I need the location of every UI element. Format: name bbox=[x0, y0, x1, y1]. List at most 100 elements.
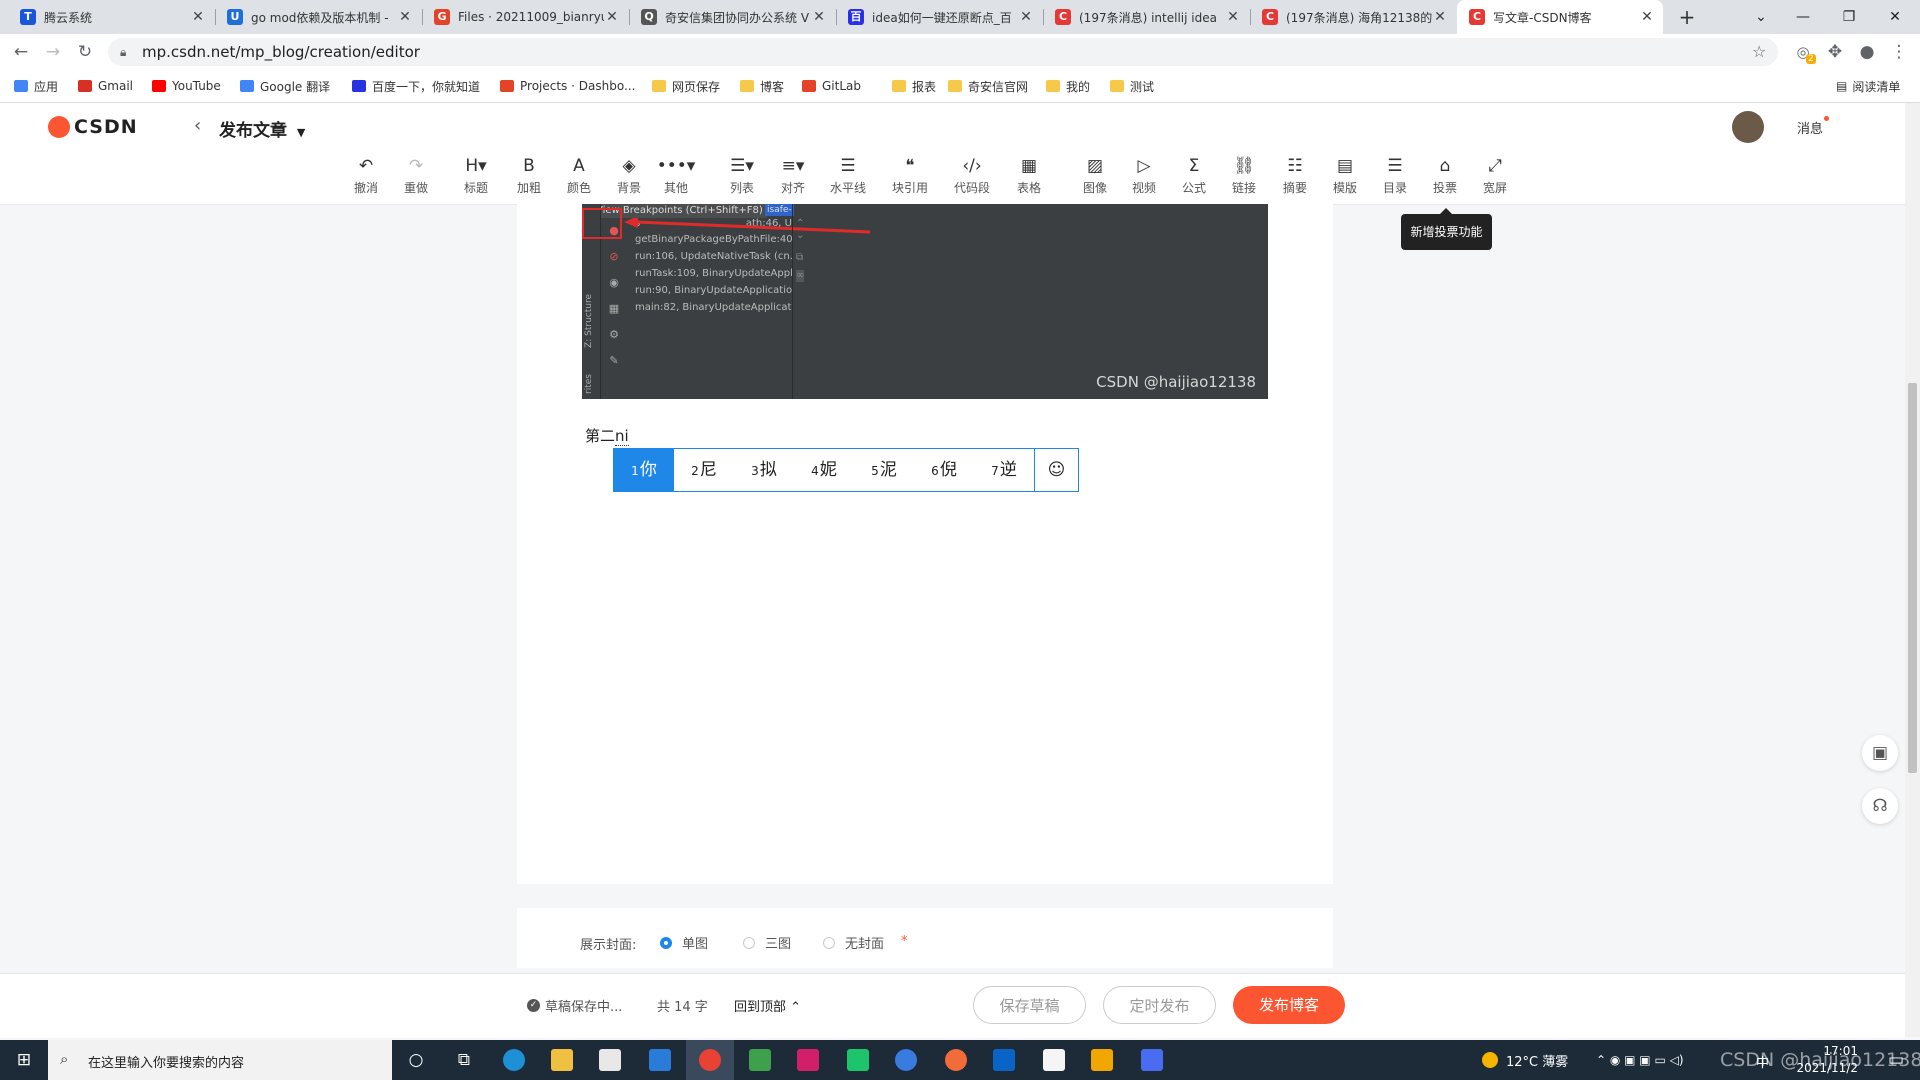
toolbar-vote-button[interactable]: ⌂ 投票 bbox=[1420, 155, 1470, 196]
app-colorful-icon[interactable] bbox=[736, 1040, 784, 1080]
tab-close-icon[interactable]: ✕ bbox=[190, 9, 206, 25]
browser-tab[interactable]: C (197条消息) intellij idea ✕ bbox=[1043, 0, 1249, 34]
address-bar[interactable]: 🔒︎ mp.csdn.net/mp_blog/creation/editor ☆ bbox=[108, 38, 1778, 66]
restore-icon[interactable]: ❐ bbox=[1826, 0, 1872, 34]
toolbar-template-button[interactable]: ▤ 模版 bbox=[1320, 155, 1370, 196]
toolbar-align-button[interactable]: ≡▾ 对齐 bbox=[768, 155, 818, 196]
app-orange-icon[interactable] bbox=[1078, 1040, 1126, 1080]
bookmark-item[interactable]: Gmail bbox=[78, 70, 133, 102]
toolbar-link-button[interactable]: ⛓ 链接 bbox=[1219, 155, 1269, 196]
weather-widget[interactable]: 12°C 薄雾 bbox=[1482, 1040, 1568, 1080]
task-view-icon[interactable]: ⧉ bbox=[440, 1040, 488, 1080]
taskbar-search-box[interactable]: ⌕ 在这里输入你要搜索的内容 bbox=[48, 1040, 392, 1080]
edge-icon[interactable] bbox=[490, 1040, 538, 1080]
bookmark-item[interactable]: YouTube bbox=[152, 70, 221, 102]
bookmark-item[interactable]: 报表 bbox=[892, 70, 936, 102]
new-tab-button[interactable]: + bbox=[1670, 0, 1704, 34]
ime-candidate[interactable]: 6倪 bbox=[914, 449, 974, 491]
ime-candidate[interactable]: 4妮 bbox=[794, 449, 854, 491]
close-window-icon[interactable]: ✕ bbox=[1872, 0, 1918, 34]
extensions-puzzle-icon[interactable]: ✥ bbox=[1820, 34, 1850, 70]
back-icon[interactable]: ← bbox=[6, 34, 36, 70]
back-chevron-icon[interactable]: ‹ bbox=[194, 115, 201, 136]
bookmark-item[interactable]: 我的 bbox=[1046, 70, 1090, 102]
save-draft-button[interactable]: 保存草稿 bbox=[973, 986, 1086, 1024]
publish-button[interactable]: 发布博客 bbox=[1233, 986, 1345, 1024]
toolbar-code-button[interactable]: ‹/› 代码段 bbox=[947, 155, 997, 196]
toolbar-image-button[interactable]: ▨ 图像 bbox=[1070, 155, 1120, 196]
toolbar-redo-button[interactable]: ↷ 重做 bbox=[391, 155, 441, 196]
bookmark-item[interactable]: 网页保存 bbox=[652, 70, 720, 102]
bookmark-item[interactable]: Google 翻译 bbox=[240, 70, 330, 102]
schedule-publish-button[interactable]: 定时发布 bbox=[1103, 986, 1216, 1024]
stack-frame[interactable]: getBinaryPackageByPathFile:409, U bbox=[635, 231, 792, 248]
layout-icon[interactable]: ▦ bbox=[600, 296, 628, 322]
pin-icon[interactable]: ✎ bbox=[600, 348, 628, 374]
scroll-down-icon[interactable]: ⌄ bbox=[796, 230, 804, 242]
customer-service-float-icon[interactable]: ☊ bbox=[1862, 788, 1898, 824]
extension-icon-1[interactable]: ◎ bbox=[1788, 34, 1818, 70]
qrcode-float-icon[interactable]: ▣ bbox=[1862, 735, 1898, 771]
postman-icon[interactable] bbox=[932, 1040, 980, 1080]
infinity-icon[interactable]: ∞ bbox=[796, 270, 805, 282]
ime-candidate[interactable]: 7逆 bbox=[974, 449, 1034, 491]
mail-icon[interactable] bbox=[636, 1040, 684, 1080]
tab-close-icon[interactable]: ✕ bbox=[397, 9, 413, 25]
toolbar-other-button[interactable]: •••▾ 其他 bbox=[651, 155, 701, 196]
bookmark-item[interactable]: 百度一下，你就知道 bbox=[352, 70, 480, 102]
bookmark-item[interactable]: 应用 bbox=[14, 70, 58, 102]
cover-option[interactable]: 单图 bbox=[660, 933, 708, 952]
bookmark-star-icon[interactable]: ☆ bbox=[1752, 38, 1766, 66]
typora-icon[interactable] bbox=[1030, 1040, 1078, 1080]
tab-search-icon[interactable]: ⌄ bbox=[1738, 0, 1784, 34]
toolbar-hr-button[interactable]: ☰ 水平线 bbox=[823, 155, 873, 196]
toolbar-color-button[interactable]: A 颜色 bbox=[554, 155, 604, 196]
mute-breakpoints-icon[interactable]: ⊘ bbox=[600, 244, 628, 270]
stack-frame[interactable]: main:82, BinaryUpdateApplication bbox=[635, 299, 792, 316]
stack-frame[interactable]: run:90, BinaryUpdateApplication (c bbox=[635, 282, 792, 299]
ime-candidate[interactable]: 1你 bbox=[614, 449, 674, 491]
messages-link[interactable]: 消息 bbox=[1797, 116, 1830, 137]
browser-tab[interactable]: 百 idea如何一键还原断点_百 ✕ bbox=[836, 0, 1042, 34]
browser-tab[interactable]: G Files · 20211009_bianryu ✕ bbox=[422, 0, 628, 34]
scroll-up-icon[interactable]: ⌃ bbox=[796, 218, 804, 230]
browser-tab[interactable]: Ugo mod依赖及版本机制 - ✕ bbox=[215, 0, 421, 34]
avatar[interactable] bbox=[1732, 111, 1764, 143]
ime-candidate[interactable]: 3拟 bbox=[734, 449, 794, 491]
minimize-icon[interactable]: — bbox=[1780, 0, 1826, 34]
windows-start-icon[interactable]: ⊞ bbox=[0, 1040, 48, 1080]
tab-close-icon[interactable]: ✕ bbox=[604, 9, 620, 25]
tab-close-icon[interactable]: ✕ bbox=[1639, 9, 1655, 25]
tray-icons[interactable]: ⌃ ◉ ▣ ▣ ▭ ◁) bbox=[1596, 1040, 1684, 1080]
notification-icon[interactable]: ▭ bbox=[1872, 1040, 1920, 1080]
store-icon[interactable] bbox=[586, 1040, 634, 1080]
toolbar-formula-button[interactable]: Σ 公式 bbox=[1169, 155, 1219, 196]
csdn-logo[interactable]: CSDN bbox=[48, 115, 138, 139]
toolbar-table-button[interactable]: ▦ 表格 bbox=[1004, 155, 1054, 196]
chrome-menu-icon[interactable]: ⋮ bbox=[1884, 34, 1914, 70]
ime-emoji-icon[interactable]: ☺ bbox=[1035, 449, 1078, 491]
reading-list[interactable]: ▤ 阅读清单 bbox=[1836, 70, 1900, 102]
pycharm-icon[interactable] bbox=[834, 1040, 882, 1080]
page-title[interactable]: 发布文章 ▼ bbox=[219, 116, 305, 141]
reload-icon[interactable]: ↻ bbox=[70, 34, 100, 70]
toolbar-widescreen-button[interactable]: ⤢ 宽屏 bbox=[1470, 155, 1520, 196]
tab-close-icon[interactable]: ✕ bbox=[1432, 9, 1448, 25]
tab-close-icon[interactable]: ✕ bbox=[1018, 9, 1034, 25]
toolbar-video-button[interactable]: ▷ 视频 bbox=[1119, 155, 1169, 196]
system-clock[interactable]: 17:01 2021/11/2 bbox=[1796, 1043, 1858, 1077]
tab-close-icon[interactable]: ✕ bbox=[1225, 9, 1241, 25]
stack-frame[interactable]: runTask:109, BinaryUpdateApplica bbox=[635, 265, 792, 282]
browser-tab[interactable]: Q 奇安信集团协同办公系统 V ✕ bbox=[629, 0, 835, 34]
bookmark-item[interactable]: 奇安信官网 bbox=[948, 70, 1028, 102]
cortana-icon[interactable]: ○ bbox=[392, 1040, 440, 1080]
typed-paragraph[interactable]: 第二ni bbox=[585, 425, 629, 446]
cover-option[interactable]: 无封面 bbox=[823, 933, 884, 952]
cover-option[interactable]: 三图 bbox=[743, 933, 791, 952]
outlook-icon[interactable] bbox=[980, 1040, 1028, 1080]
app-doc-icon[interactable] bbox=[1128, 1040, 1176, 1080]
back-to-top-link[interactable]: 回到顶部 ⌃ bbox=[734, 996, 801, 1015]
intellij-icon[interactable] bbox=[784, 1040, 832, 1080]
page-scrollbar[interactable] bbox=[1905, 103, 1920, 1037]
toolbar-heading-button[interactable]: H▾ 标题 bbox=[451, 155, 501, 196]
